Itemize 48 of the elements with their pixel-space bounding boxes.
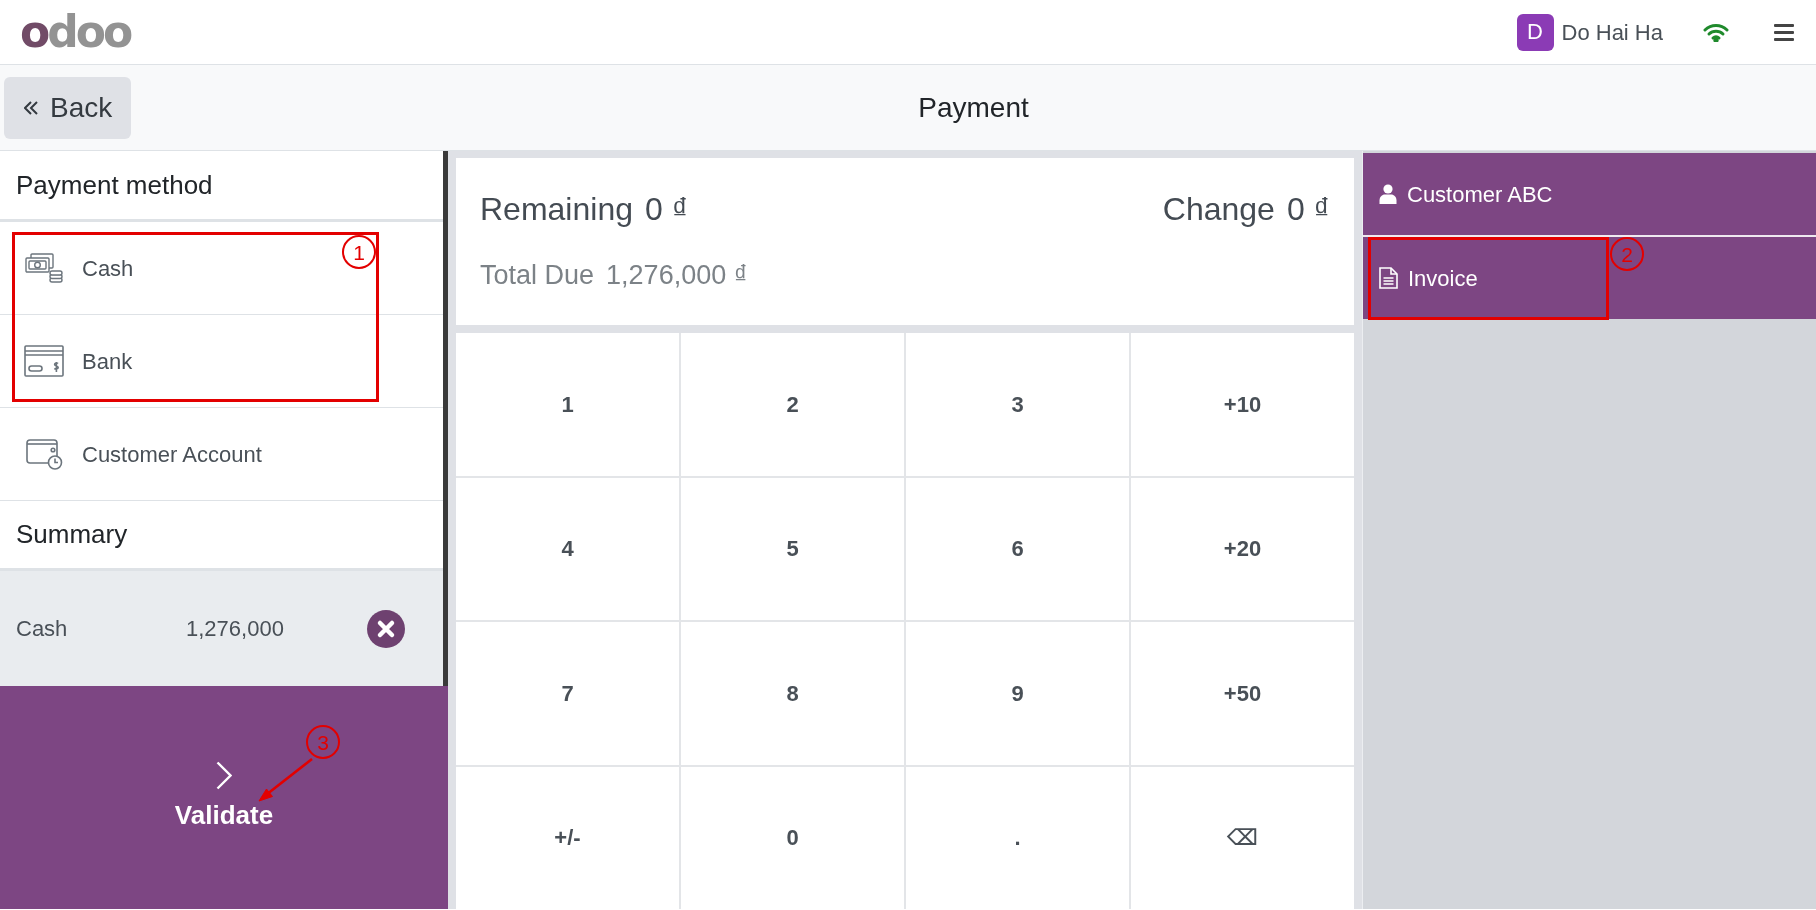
keypad-key[interactable]: ⌫ xyxy=(1131,766,1354,909)
user-avatar[interactable]: D xyxy=(1516,13,1554,51)
change-amount: 0 ₫ xyxy=(1286,190,1330,229)
keypad-key[interactable]: 3 xyxy=(906,333,1129,476)
payment-line-method: Cash xyxy=(16,615,69,643)
keypad-key[interactable]: 1 xyxy=(456,333,679,476)
keypad-key[interactable]: 2 xyxy=(681,333,904,476)
keypad-key[interactable]: 7 xyxy=(456,622,679,765)
payment-method-item[interactable]: Bank xyxy=(0,315,443,408)
annotation-number: 3 xyxy=(306,725,340,759)
payment-method-item[interactable]: Customer Account xyxy=(0,408,443,501)
menu-icon[interactable] xyxy=(1774,23,1794,41)
annotation-number: 1 xyxy=(342,235,376,269)
user-name[interactable]: Do Hai Ha xyxy=(1561,15,1663,49)
remaining-label: Remaining xyxy=(480,190,633,229)
section-title: Payment method xyxy=(16,168,213,202)
change-label: Change xyxy=(1162,190,1275,229)
double-chevron-left-icon xyxy=(24,100,38,115)
remove-icon[interactable] xyxy=(367,609,405,648)
card-icon xyxy=(24,345,64,377)
keypad-key[interactable]: 4 xyxy=(456,477,679,620)
chevron-right-icon xyxy=(216,760,232,790)
cash-icon xyxy=(24,252,64,284)
keypad-key[interactable]: . xyxy=(906,766,1129,909)
annotation-number: 2 xyxy=(1610,237,1644,271)
keypad-key[interactable]: 5 xyxy=(681,477,904,620)
keypad-key[interactable]: 9 xyxy=(906,622,1129,765)
user-icon xyxy=(1379,184,1397,204)
keypad-key[interactable]: +10 xyxy=(1131,333,1354,476)
keypad-key[interactable]: +20 xyxy=(1131,477,1354,620)
remaining-amount: 0 ₫ xyxy=(644,190,689,229)
document-icon xyxy=(1379,267,1398,289)
total-due-label: Total Due xyxy=(480,259,595,292)
customer-button[interactable]: Customer ABC xyxy=(1363,153,1816,235)
keypad-key[interactable]: +/- xyxy=(456,766,679,909)
keypad-key[interactable]: +50 xyxy=(1131,622,1354,765)
keypad-key[interactable]: 8 xyxy=(681,622,904,765)
wifi-icon xyxy=(1703,22,1729,42)
total-due-amount: 1,276,000 ₫ xyxy=(606,259,748,292)
app-logo: odoo xyxy=(20,10,131,54)
annotation-arrow xyxy=(255,757,315,804)
payment-line-amount: 1,276,000 xyxy=(186,615,285,643)
section-title: Summary xyxy=(16,518,128,551)
page-title: Payment xyxy=(918,91,1029,123)
back-button[interactable]: Back xyxy=(4,76,131,139)
wallet-clock-icon xyxy=(24,438,64,470)
keypad-key[interactable]: 6 xyxy=(906,477,1129,620)
keypad-key[interactable]: 0 xyxy=(681,766,904,909)
